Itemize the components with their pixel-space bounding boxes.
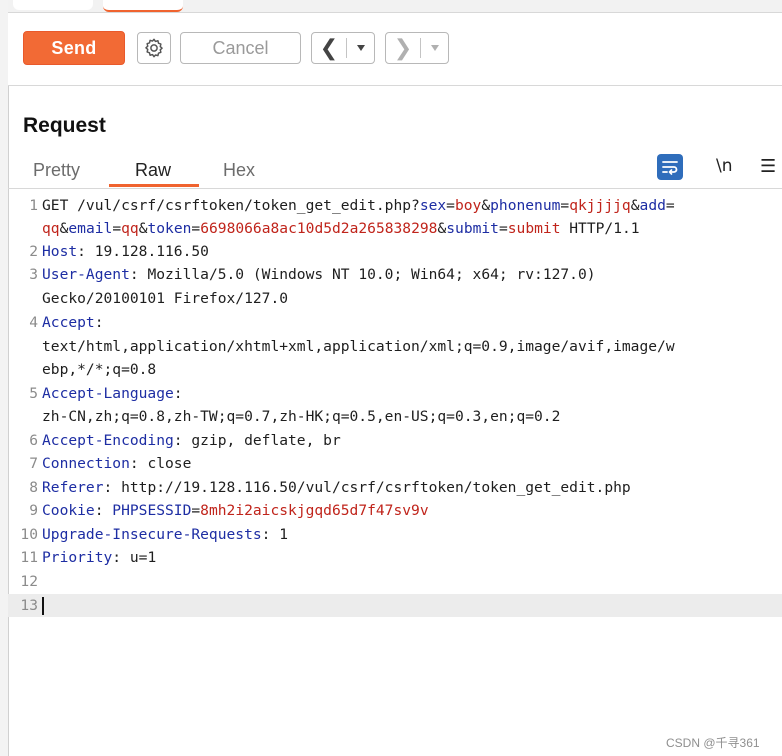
- line-content: Upgrade-Insecure-Requests: 1: [42, 526, 289, 543]
- line-content: Connection: close: [42, 455, 192, 472]
- caret-down-icon: [430, 45, 439, 51]
- editor-line: 3 User-Agent: Mozilla/5.0 (Windows NT 10…: [8, 263, 782, 286]
- line-number: 10: [20, 526, 38, 543]
- line-number: 3: [29, 266, 38, 283]
- active-tab-indicator: [109, 184, 199, 187]
- tab-stub-active[interactable]: [103, 0, 183, 12]
- editor-line-current[interactable]: 13: [8, 594, 782, 617]
- line-number: 4: [29, 314, 38, 331]
- line-content: ebp,*/*;q=0.8: [42, 361, 157, 378]
- line-number: 9: [29, 502, 38, 519]
- line-content: GET /vul/csrf/csrftoken/token_get_edit.p…: [42, 197, 675, 214]
- editor-line: qq&email=qq&token=6698066a8ac10d5d2a2658…: [8, 217, 782, 240]
- editor-line: 10 Upgrade-Insecure-Requests: 1: [8, 523, 782, 546]
- wrap-lines-button[interactable]: [657, 154, 683, 180]
- chevron-left-icon: ❮: [319, 35, 339, 60]
- watermark: CSDN @千寻361: [666, 736, 760, 750]
- menu-icon[interactable]: ☰: [760, 156, 776, 177]
- line-content: Accept:: [42, 314, 104, 331]
- editor-line: 2 Host: 19.128.116.50: [8, 240, 782, 263]
- settings-button[interactable]: [137, 32, 171, 64]
- editor-line: 6 Accept-Encoding: gzip, deflate, br: [8, 429, 782, 452]
- wrap-lines-icon: [662, 161, 678, 175]
- line-number: 11: [20, 549, 38, 566]
- line-content: Gecko/20100101 Firefox/127.0: [42, 290, 289, 307]
- forward-history-dropdown[interactable]: [421, 44, 448, 52]
- line-number: 12: [20, 573, 38, 590]
- line-content: Priority: u=1: [42, 549, 157, 566]
- editor-line: text/html,application/xhtml+xml,applicat…: [8, 335, 782, 358]
- tab-pretty[interactable]: Pretty: [33, 160, 80, 181]
- line-content: qq&email=qq&token=6698066a8ac10d5d2a2658…: [42, 220, 640, 237]
- back-nav-group: ❮: [311, 32, 375, 64]
- line-content: Host: 19.128.116.50: [42, 243, 209, 260]
- line-number: 6: [29, 432, 38, 449]
- back-history-dropdown[interactable]: [347, 44, 374, 52]
- editor-line: 1 GET /vul/csrf/csrftoken/token_get_edit…: [8, 194, 782, 217]
- editor-line: 4 Accept:: [8, 311, 782, 334]
- text-caret: [42, 597, 44, 615]
- tab-raw[interactable]: Raw: [135, 160, 171, 181]
- tab-stub[interactable]: [13, 0, 93, 10]
- line-content: Accept-Language:: [42, 385, 183, 402]
- caret-down-icon: [356, 45, 365, 51]
- editor-line: Gecko/20100101 Firefox/127.0: [8, 287, 782, 310]
- line-content: Cookie: PHPSESSID=8mh2i2aicskjgqd65d7f47…: [42, 502, 429, 519]
- editor-line: 8 Referer: http://19.128.116.50/vul/csrf…: [8, 476, 782, 499]
- show-newlines-button[interactable]: \n: [716, 156, 733, 176]
- editor-line: 12: [8, 570, 782, 593]
- editor-line: 9 Cookie: PHPSESSID=8mh2i2aicskjgqd65d7f…: [8, 499, 782, 522]
- editor-line: 11 Priority: u=1: [8, 546, 782, 569]
- raw-request-editor[interactable]: 1 GET /vul/csrf/csrftoken/token_get_edit…: [8, 190, 782, 730]
- forward-button[interactable]: ❯: [386, 37, 420, 59]
- line-content: Accept-Encoding: gzip, deflate, br: [42, 432, 341, 449]
- gear-icon: [145, 38, 163, 58]
- line-number: 5: [29, 385, 38, 402]
- tab-strip: [8, 0, 782, 13]
- editor-line: zh-CN,zh;q=0.8,zh-TW;q=0.7,zh-HK;q=0.5,e…: [8, 405, 782, 428]
- request-toolbar: Send Cancel ❮ ❯: [8, 13, 782, 86]
- editor-line: 7 Connection: close: [8, 452, 782, 475]
- line-number: 8: [29, 479, 38, 496]
- editor-line: ebp,*/*;q=0.8: [8, 358, 782, 381]
- forward-nav-group: ❯: [385, 32, 449, 64]
- tab-hex[interactable]: Hex: [223, 160, 255, 181]
- editor-line: 5 Accept-Language:: [8, 382, 782, 405]
- line-number: 1: [29, 197, 38, 214]
- chevron-right-icon: ❯: [393, 35, 413, 60]
- line-number: 7: [29, 455, 38, 472]
- back-button[interactable]: ❮: [312, 37, 346, 59]
- send-button[interactable]: Send: [23, 31, 125, 65]
- line-content: User-Agent: Mozilla/5.0 (Windows NT 10.0…: [42, 266, 596, 283]
- line-number: 13: [20, 597, 38, 614]
- line-number: 2: [29, 243, 38, 260]
- panel-title: Request: [23, 114, 106, 137]
- line-content: zh-CN,zh;q=0.8,zh-TW;q=0.7,zh-HK;q=0.5,e…: [42, 408, 561, 425]
- line-content: text/html,application/xhtml+xml,applicat…: [42, 338, 675, 355]
- cancel-button[interactable]: Cancel: [180, 32, 301, 64]
- line-content: Referer: http://19.128.116.50/vul/csrf/c…: [42, 479, 631, 496]
